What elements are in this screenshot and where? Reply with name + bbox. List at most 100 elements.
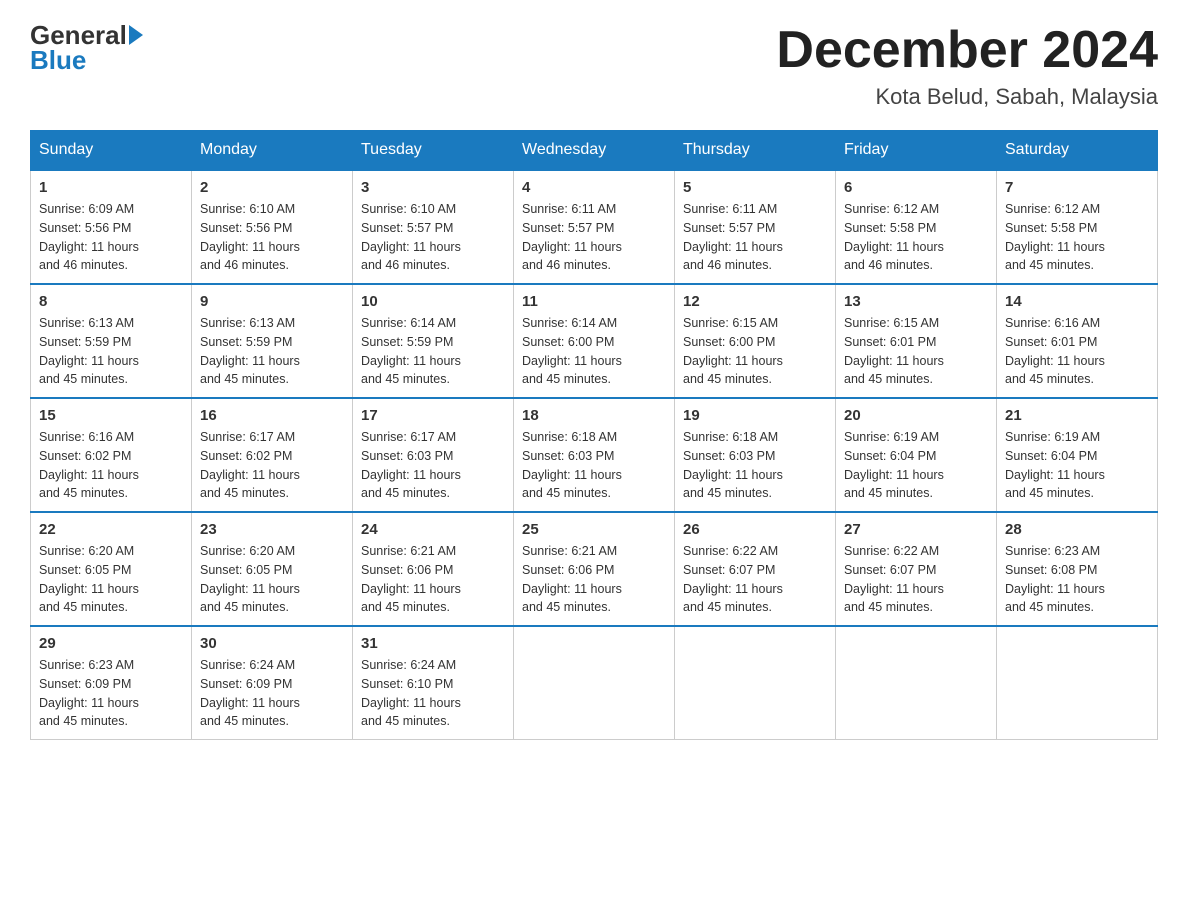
day-number: 7 <box>1005 179 1149 196</box>
day-number: 13 <box>844 293 988 310</box>
day-number: 1 <box>39 179 183 196</box>
day-info: Sunrise: 6:21 AM Sunset: 6:06 PM Dayligh… <box>361 542 505 617</box>
day-info: Sunrise: 6:23 AM Sunset: 6:08 PM Dayligh… <box>1005 542 1149 617</box>
day-number: 28 <box>1005 521 1149 538</box>
day-number: 15 <box>39 407 183 424</box>
day-of-week-header: Wednesday <box>514 131 675 171</box>
calendar-day-cell: 27 Sunrise: 6:22 AM Sunset: 6:07 PM Dayl… <box>836 512 997 626</box>
calendar-day-cell <box>675 626 836 740</box>
calendar-day-cell: 18 Sunrise: 6:18 AM Sunset: 6:03 PM Dayl… <box>514 398 675 512</box>
logo-arrow-icon <box>129 25 143 45</box>
day-number: 2 <box>200 179 344 196</box>
day-number: 11 <box>522 293 666 310</box>
calendar-day-cell: 7 Sunrise: 6:12 AM Sunset: 5:58 PM Dayli… <box>997 170 1158 284</box>
day-info: Sunrise: 6:16 AM Sunset: 6:01 PM Dayligh… <box>1005 314 1149 389</box>
day-info: Sunrise: 6:14 AM Sunset: 6:00 PM Dayligh… <box>522 314 666 389</box>
calendar-day-cell: 15 Sunrise: 6:16 AM Sunset: 6:02 PM Dayl… <box>31 398 192 512</box>
calendar-day-cell: 12 Sunrise: 6:15 AM Sunset: 6:00 PM Dayl… <box>675 284 836 398</box>
day-number: 27 <box>844 521 988 538</box>
day-info: Sunrise: 6:10 AM Sunset: 5:56 PM Dayligh… <box>200 200 344 275</box>
day-of-week-header: Tuesday <box>353 131 514 171</box>
day-info: Sunrise: 6:24 AM Sunset: 6:09 PM Dayligh… <box>200 656 344 731</box>
day-info: Sunrise: 6:14 AM Sunset: 5:59 PM Dayligh… <box>361 314 505 389</box>
day-info: Sunrise: 6:11 AM Sunset: 5:57 PM Dayligh… <box>683 200 827 275</box>
day-number: 5 <box>683 179 827 196</box>
calendar-day-cell <box>836 626 997 740</box>
calendar-day-cell: 30 Sunrise: 6:24 AM Sunset: 6:09 PM Dayl… <box>192 626 353 740</box>
day-info: Sunrise: 6:16 AM Sunset: 6:02 PM Dayligh… <box>39 428 183 503</box>
calendar-day-cell: 9 Sunrise: 6:13 AM Sunset: 5:59 PM Dayli… <box>192 284 353 398</box>
day-info: Sunrise: 6:18 AM Sunset: 6:03 PM Dayligh… <box>522 428 666 503</box>
calendar-day-cell: 28 Sunrise: 6:23 AM Sunset: 6:08 PM Dayl… <box>997 512 1158 626</box>
day-info: Sunrise: 6:17 AM Sunset: 6:03 PM Dayligh… <box>361 428 505 503</box>
day-info: Sunrise: 6:21 AM Sunset: 6:06 PM Dayligh… <box>522 542 666 617</box>
calendar-day-cell <box>514 626 675 740</box>
day-number: 23 <box>200 521 344 538</box>
day-info: Sunrise: 6:22 AM Sunset: 6:07 PM Dayligh… <box>844 542 988 617</box>
day-number: 8 <box>39 293 183 310</box>
day-info: Sunrise: 6:23 AM Sunset: 6:09 PM Dayligh… <box>39 656 183 731</box>
day-number: 17 <box>361 407 505 424</box>
day-number: 20 <box>844 407 988 424</box>
calendar-day-cell: 3 Sunrise: 6:10 AM Sunset: 5:57 PM Dayli… <box>353 170 514 284</box>
day-info: Sunrise: 6:15 AM Sunset: 6:00 PM Dayligh… <box>683 314 827 389</box>
day-info: Sunrise: 6:15 AM Sunset: 6:01 PM Dayligh… <box>844 314 988 389</box>
day-info: Sunrise: 6:13 AM Sunset: 5:59 PM Dayligh… <box>39 314 183 389</box>
page-header: General Blue December 2024 Kota Belud, S… <box>30 20 1158 110</box>
day-number: 31 <box>361 635 505 652</box>
calendar-day-cell: 11 Sunrise: 6:14 AM Sunset: 6:00 PM Dayl… <box>514 284 675 398</box>
calendar-week-row: 22 Sunrise: 6:20 AM Sunset: 6:05 PM Dayl… <box>31 512 1158 626</box>
day-info: Sunrise: 6:10 AM Sunset: 5:57 PM Dayligh… <box>361 200 505 275</box>
day-of-week-header: Friday <box>836 131 997 171</box>
calendar-day-cell: 1 Sunrise: 6:09 AM Sunset: 5:56 PM Dayli… <box>31 170 192 284</box>
calendar-week-row: 8 Sunrise: 6:13 AM Sunset: 5:59 PM Dayli… <box>31 284 1158 398</box>
day-info: Sunrise: 6:17 AM Sunset: 6:02 PM Dayligh… <box>200 428 344 503</box>
calendar-day-cell: 10 Sunrise: 6:14 AM Sunset: 5:59 PM Dayl… <box>353 284 514 398</box>
day-number: 14 <box>1005 293 1149 310</box>
day-info: Sunrise: 6:24 AM Sunset: 6:10 PM Dayligh… <box>361 656 505 731</box>
calendar-day-cell: 14 Sunrise: 6:16 AM Sunset: 6:01 PM Dayl… <box>997 284 1158 398</box>
calendar-day-cell: 2 Sunrise: 6:10 AM Sunset: 5:56 PM Dayli… <box>192 170 353 284</box>
calendar-day-cell: 29 Sunrise: 6:23 AM Sunset: 6:09 PM Dayl… <box>31 626 192 740</box>
day-info: Sunrise: 6:09 AM Sunset: 5:56 PM Dayligh… <box>39 200 183 275</box>
day-of-week-header: Sunday <box>31 131 192 171</box>
day-of-week-header: Saturday <box>997 131 1158 171</box>
calendar-day-cell: 26 Sunrise: 6:22 AM Sunset: 6:07 PM Dayl… <box>675 512 836 626</box>
calendar-week-row: 1 Sunrise: 6:09 AM Sunset: 5:56 PM Dayli… <box>31 170 1158 284</box>
day-info: Sunrise: 6:12 AM Sunset: 5:58 PM Dayligh… <box>1005 200 1149 275</box>
day-number: 29 <box>39 635 183 652</box>
calendar-week-row: 29 Sunrise: 6:23 AM Sunset: 6:09 PM Dayl… <box>31 626 1158 740</box>
day-info: Sunrise: 6:13 AM Sunset: 5:59 PM Dayligh… <box>200 314 344 389</box>
day-info: Sunrise: 6:20 AM Sunset: 6:05 PM Dayligh… <box>200 542 344 617</box>
day-of-week-header: Thursday <box>675 131 836 171</box>
calendar-header-row: SundayMondayTuesdayWednesdayThursdayFrid… <box>31 131 1158 171</box>
calendar-day-cell: 13 Sunrise: 6:15 AM Sunset: 6:01 PM Dayl… <box>836 284 997 398</box>
location-subtitle: Kota Belud, Sabah, Malaysia <box>776 84 1158 110</box>
day-number: 6 <box>844 179 988 196</box>
calendar-day-cell: 25 Sunrise: 6:21 AM Sunset: 6:06 PM Dayl… <box>514 512 675 626</box>
day-number: 22 <box>39 521 183 538</box>
calendar-day-cell: 22 Sunrise: 6:20 AM Sunset: 6:05 PM Dayl… <box>31 512 192 626</box>
calendar-day-cell: 19 Sunrise: 6:18 AM Sunset: 6:03 PM Dayl… <box>675 398 836 512</box>
day-number: 25 <box>522 521 666 538</box>
day-number: 21 <box>1005 407 1149 424</box>
day-number: 12 <box>683 293 827 310</box>
day-number: 19 <box>683 407 827 424</box>
title-section: December 2024 Kota Belud, Sabah, Malaysi… <box>776 20 1158 110</box>
day-info: Sunrise: 6:20 AM Sunset: 6:05 PM Dayligh… <box>39 542 183 617</box>
calendar-day-cell: 31 Sunrise: 6:24 AM Sunset: 6:10 PM Dayl… <box>353 626 514 740</box>
day-info: Sunrise: 6:19 AM Sunset: 6:04 PM Dayligh… <box>1005 428 1149 503</box>
day-info: Sunrise: 6:18 AM Sunset: 6:03 PM Dayligh… <box>683 428 827 503</box>
day-number: 26 <box>683 521 827 538</box>
logo-blue-text: Blue <box>30 45 143 76</box>
calendar-day-cell: 16 Sunrise: 6:17 AM Sunset: 6:02 PM Dayl… <box>192 398 353 512</box>
calendar-day-cell: 24 Sunrise: 6:21 AM Sunset: 6:06 PM Dayl… <box>353 512 514 626</box>
calendar-day-cell: 8 Sunrise: 6:13 AM Sunset: 5:59 PM Dayli… <box>31 284 192 398</box>
day-number: 3 <box>361 179 505 196</box>
day-number: 18 <box>522 407 666 424</box>
day-number: 24 <box>361 521 505 538</box>
day-number: 16 <box>200 407 344 424</box>
logo: General Blue <box>30 20 143 76</box>
day-of-week-header: Monday <box>192 131 353 171</box>
day-number: 4 <box>522 179 666 196</box>
